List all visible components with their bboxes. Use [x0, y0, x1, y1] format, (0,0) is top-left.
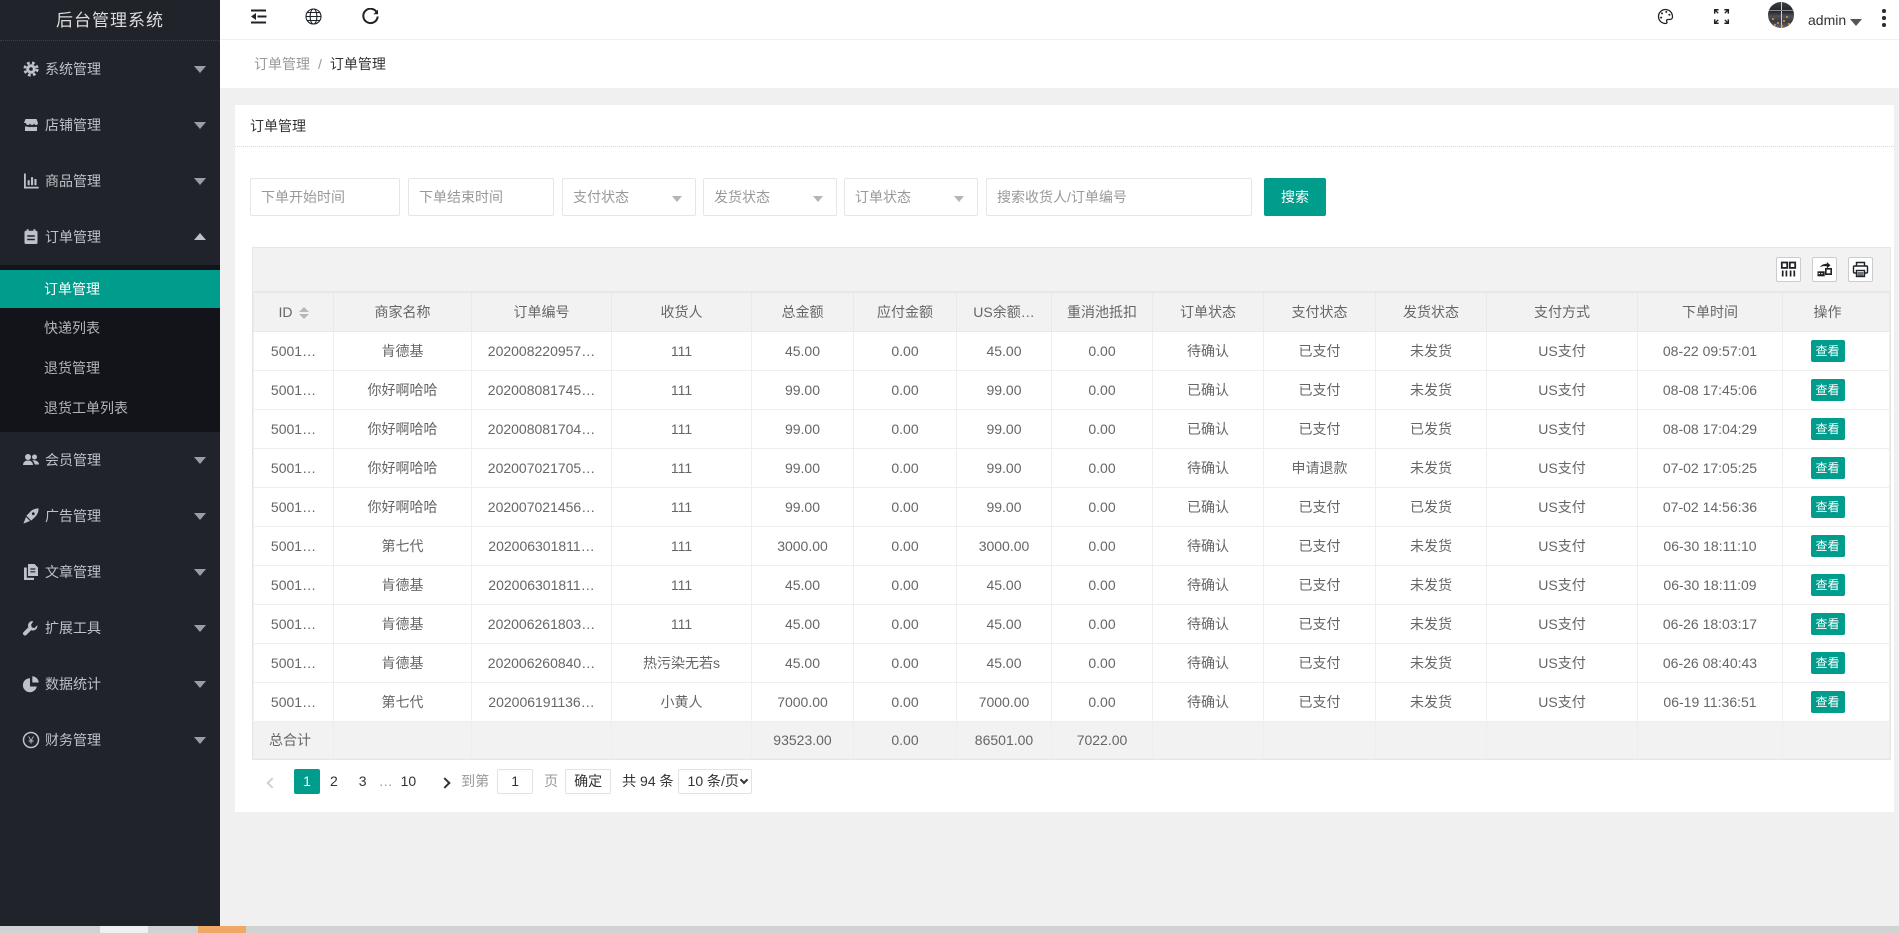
svg-text:¥: ¥ [27, 735, 34, 747]
